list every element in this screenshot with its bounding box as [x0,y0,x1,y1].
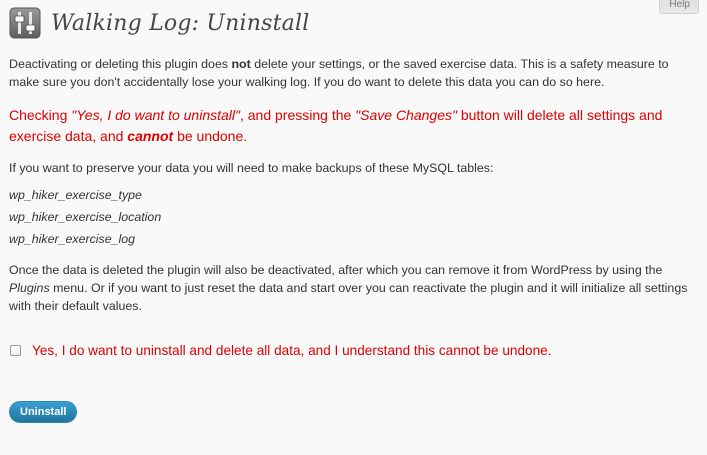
table-name: wp_hiker_exercise_log [9,232,136,246]
help-tab[interactable]: Help [659,0,699,14]
table-name: wp_hiker_exercise_type [9,188,142,202]
backup-note: If you want to preserve your data you wi… [9,161,494,175]
not-emphasis: not [231,57,251,71]
table-name: wp_hiker_exercise_location [9,210,162,224]
table-list: wp_hiker_exercise_type wp_hiker_exercise… [9,186,699,252]
cannot-emphasis: cannot [127,128,174,144]
confirm-uninstall-checkbox[interactable] [10,345,21,356]
warning-paragraph: Checking "Yes, I do want to uninstall", … [9,107,663,144]
uninstall-description: Deactivating or deleting this plugin doe… [9,55,699,324]
plugin-sliders-icon [9,7,41,39]
intro-paragraph: Deactivating or deleting this plugin doe… [9,57,669,89]
after-note: Once the data is deleted the plugin will… [9,263,688,313]
confirm-uninstall-row[interactable]: Yes, I do want to uninstall and delete a… [10,343,551,358]
page-title: Walking Log: Uninstall [51,10,310,36]
confirm-uninstall-label[interactable]: Yes, I do want to uninstall and delete a… [32,343,551,358]
plugins-menu-reference: Plugins [9,281,50,295]
save-changes-reference: "Save Changes" [355,107,457,123]
page-header: Walking Log: Uninstall [9,6,309,40]
uninstall-button[interactable]: Uninstall [9,401,78,423]
checkbox-reference: "Yes, I do want to uninstall" [71,107,240,123]
